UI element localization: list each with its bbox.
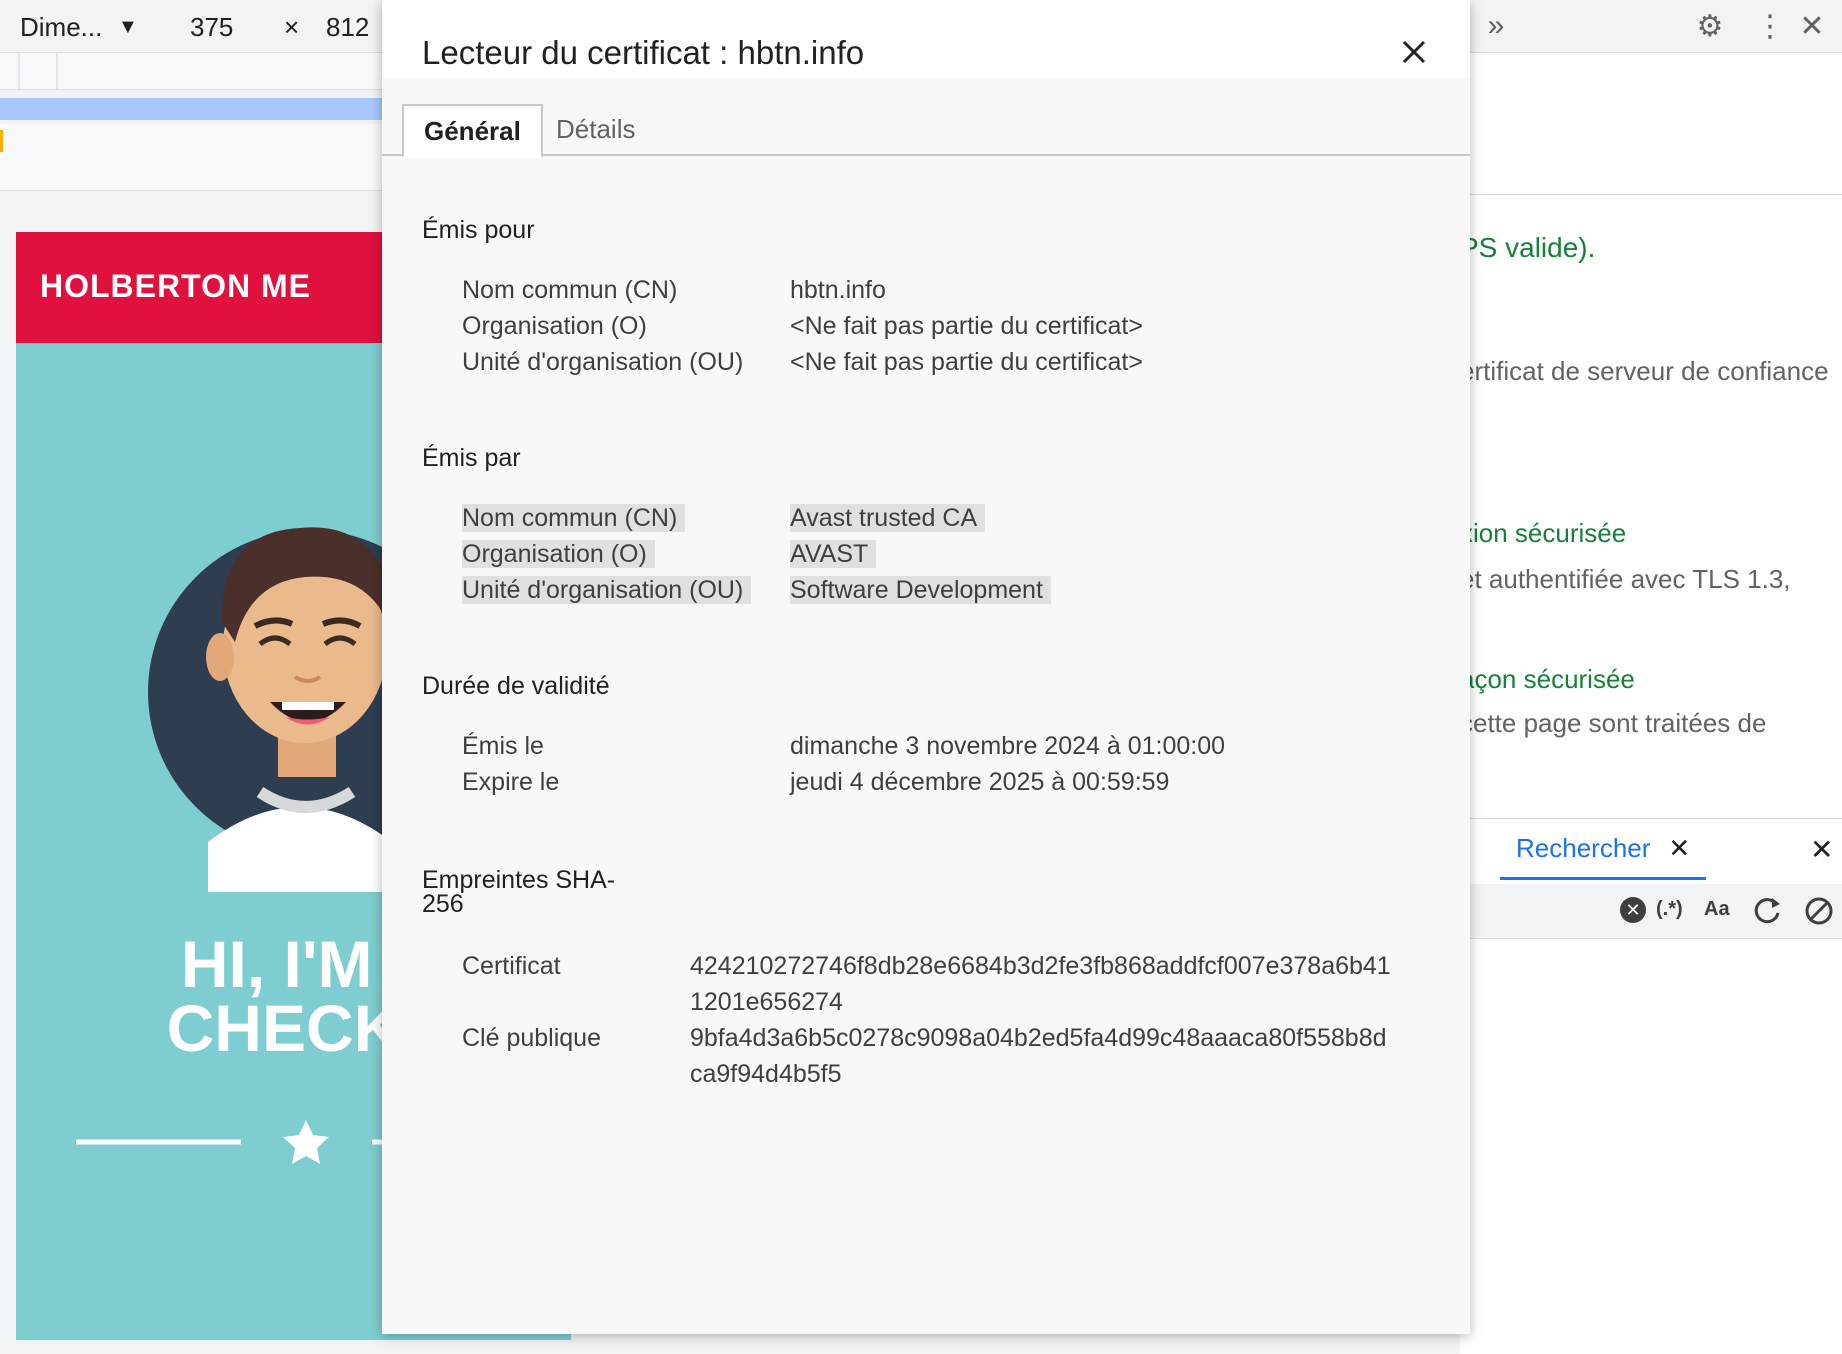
security-valid-text: PS valide). [1460,232,1596,263]
issued-by-ou-label: Unité d'organisation (OU) [462,574,752,606]
certificate-viewer-dialog: Lecteur du certificat : hbtn.info Généra… [382,0,1470,1334]
kebab-menu-icon[interactable]: ⋮ [1752,8,1788,44]
resources-description: cette page sont traitées de [1460,708,1767,738]
issued-to-title: Émis pour [422,216,535,244]
expires-on-label: Expire le [462,768,560,796]
close-drawer-icon[interactable]: ✕ [1810,833,1833,866]
dialog-header: Lecteur du certificat : hbtn.info [382,0,1470,78]
resources-title: açon sécurisée [1460,664,1635,694]
issued-on-value: dimanche 3 novembre 2024 à 01:00:00 [790,732,1226,760]
media-query-bar[interactable] [0,98,400,120]
issued-by-cn-value-text: Avast trusted CA [790,504,986,532]
devtools-toolbar: » ⚙ ⋮ ✕ [1460,0,1842,53]
expires-on-value: jeudi 4 décembre 2025 à 00:59:59 [790,768,1170,796]
issued-by-ou-value-text: Software Development [790,576,1051,604]
issued-to-cn-value: hbtn.info [790,276,886,304]
public-key-fingerprint-line-2: ca9f94d4b5f5 [690,1060,842,1088]
clear-results-icon[interactable] [1802,894,1836,928]
tab-general[interactable]: Général [402,104,543,158]
close-tab-icon[interactable]: ✕ [1668,833,1690,864]
device-toolbar: Dime... ▼ 375 × 812 [0,0,400,53]
clear-search-icon[interactable]: ✕ [1620,897,1646,923]
gear-icon[interactable]: ⚙ [1692,8,1728,44]
issued-by-ou-value: Software Development [790,574,1051,606]
devtools-panel: » ⚙ ⋮ ✕ PS valide). ertificat de serveur… [1460,0,1842,1354]
public-key-fingerprint-line-1: 9bfa4d3a6b5c0278c9098a04b2ed5fa4d99c48aa… [690,1024,1387,1052]
issued-to-o-label: Organisation (O) [462,312,647,340]
regex-toggle[interactable]: (.*) [1656,898,1683,921]
media-query-ruler [0,53,400,90]
dimension-separator: × [284,12,300,42]
connection-description: et authentifiée avec TLS 1.3, [1460,564,1791,594]
connection-title: xion sécurisée [1460,518,1627,548]
issued-by-ou-label-text: Unité d'organisation (OU) [462,576,752,604]
chevron-down-icon[interactable]: ▼ [118,16,138,39]
issued-to-ou-value: <Ne fait pas partie du certificat> [790,348,1143,376]
match-case-toggle[interactable]: Aa [1704,898,1730,921]
device-selector[interactable]: Dime... [20,12,102,43]
certificate-summary: ertificat de serveur de confiance [1460,356,1829,386]
validity-title: Durée de validité [422,672,610,700]
issued-by-cn-label-text: Nom commun (CN) [462,504,686,532]
site-brand[interactable]: HOLBERTON ME [40,268,311,305]
drawer-tabs: Rechercher ✕ ✕ [1460,819,1842,881]
star-icon [283,1120,329,1164]
issued-to-o-value: <Ne fait pas partie du certificat> [790,312,1143,340]
issued-by-o-label-text: Organisation (O) [462,540,655,568]
issued-by-cn-value: Avast trusted CA [790,502,986,534]
issued-by-o-label: Organisation (O) [462,538,655,570]
ruler-track [0,124,400,191]
ruler-tick [56,53,58,89]
dialog-title: Lecteur du certificat : hbtn.info [422,34,865,71]
device-height-input[interactable]: 812 [326,12,369,43]
issued-by-title: Émis par [422,444,521,472]
certificate-fingerprint-line-2: 1201e656274 [690,988,843,1016]
fingerprints-title: Empreintes SHA- 256 [422,866,616,918]
tab-search-label: Rechercher [1516,832,1651,863]
issued-by-o-value: AVAST [790,538,877,570]
tab-details[interactable]: Détails [536,104,655,154]
certificate-fingerprint-line-1: 424210272746f8db28e6684b3d2fe3fb868addfc… [690,952,1391,980]
close-icon[interactable]: ✕ [1794,8,1830,44]
close-icon[interactable] [1392,30,1436,74]
fingerprints-title-line-2: 256 [422,890,464,918]
ruler-tick [18,53,20,89]
tab-search[interactable]: Rechercher ✕ [1500,819,1707,880]
issued-by-o-value-text: AVAST [790,540,877,568]
certificate-fingerprint-label: Certificat [462,952,561,980]
chevron-double-right-icon[interactable]: » [1478,8,1514,44]
fingerprints-title-line-1: Empreintes SHA- [422,866,616,894]
issued-to-ou-label: Unité d'organisation (OU) [462,348,744,376]
issued-on-label: Émis le [462,732,544,760]
divider [1460,194,1842,195]
public-key-fingerprint-label: Clé publique [462,1024,601,1052]
search-toolbar: ✕ (.*) Aa [1460,884,1842,939]
ruler-marker [0,130,3,152]
device-width-input[interactable]: 375 [190,12,233,43]
issued-to-cn-label: Nom commun (CN) [462,276,678,304]
dialog-tabs: Général Détails [382,104,1470,158]
issued-by-cn-label: Nom commun (CN) [462,502,686,534]
refresh-icon[interactable] [1750,894,1784,928]
